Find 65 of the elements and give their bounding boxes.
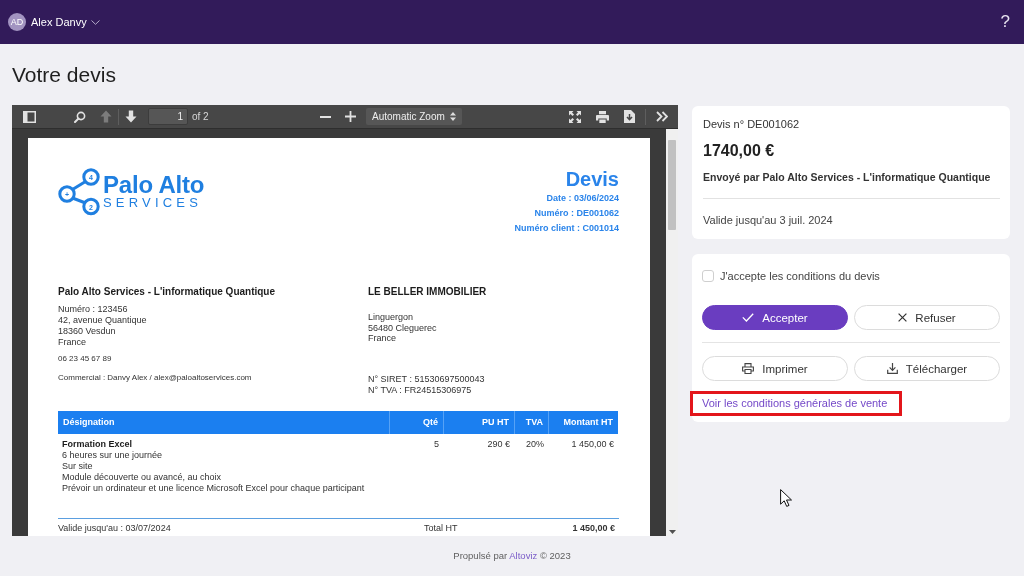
arrow-up-icon [100, 110, 112, 123]
zoom-select[interactable]: Automatic Zoom [366, 108, 462, 125]
column-header: PU HT [443, 410, 514, 434]
recipient-address: Linguergon 56480 Cleguerec France [368, 312, 437, 344]
table-cell-text: 5 [433, 437, 440, 451]
footer-credit: Propulsé par Altoviz © 2023 [453, 549, 571, 563]
table-cell-text: 20% [525, 437, 545, 451]
minus-icon [319, 115, 331, 118]
column-header: TVA [514, 410, 548, 434]
document-meta: Numéro client : C001014 [514, 222, 619, 235]
document-download-icon [623, 110, 635, 123]
arrow-down-icon [125, 110, 137, 123]
checkbox[interactable] [702, 270, 714, 282]
column-header: Montant HT [548, 410, 618, 434]
scroll-thumb[interactable] [668, 140, 676, 230]
printer-icon [742, 363, 755, 374]
accept-button[interactable]: Accepter [702, 305, 848, 330]
sender-phone: 06 23 45 67 89 [58, 354, 112, 364]
user-avatar: AD [8, 13, 26, 31]
double-chevron-icon [656, 111, 668, 122]
printer-icon [595, 110, 609, 123]
sidebar-icon [22, 110, 36, 123]
quote-amount: 1740,00 € [703, 141, 775, 161]
total-label: Total HT [424, 522, 458, 534]
page-count: of 2 [192, 111, 210, 122]
cross-icon [898, 313, 908, 322]
sender-contact: Commercial : Danvy Alex / alex@paloaltoservices.com [58, 373, 252, 383]
scroll-down-arrow-icon [668, 530, 676, 534]
table-cell-text: 290 € [486, 437, 511, 451]
recipient-name: LE BELLER IMMOBILIER [368, 286, 487, 298]
plus-icon [344, 111, 356, 122]
user-menu-button[interactable]: Alex Danvy [31, 15, 100, 29]
print-button[interactable]: Imprimer [702, 356, 848, 381]
checkbox-label[interactable]: J'accepte les conditions du devis [720, 269, 880, 283]
sender-address: Numéro : 123456 42, avenue Quantique 18360 Vesdun France [58, 304, 147, 348]
up-down-caret-icon [450, 112, 456, 121]
footer-link[interactable]: Altoviz [509, 550, 538, 561]
quote-validity: Valide jusqu'au 3 juil. 2024 [703, 213, 833, 227]
quote-number: Devis n° DE001062 [703, 117, 800, 131]
table-cell-text: Formation Excel 6 heures sur une journée Sur site Module découverte ou avancé, au choix Prévoir un ordinateur et une licence Microsoft Excel pour chaque participant [61, 437, 366, 495]
download-button[interactable]: Télécharger [854, 356, 1000, 381]
check-icon [742, 313, 755, 322]
sender-name: Palo Alto Services - L'informatique Quantique [58, 286, 276, 298]
table-cell-text: 1 450,00 € [570, 437, 615, 451]
search-icon [74, 110, 86, 123]
validity-note: Valide jusqu'au : 03/07/2024 [58, 522, 171, 534]
logo-name: Palo Alto [103, 173, 205, 197]
chevron-down-icon [90, 19, 100, 25]
terms-link[interactable]: Voir les conditions générales de vente [702, 396, 888, 410]
total-value: 1 450,00 € [572, 522, 616, 534]
document-meta: Numéro : DE001062 [534, 207, 619, 220]
quote-sender: Envoyé par Palo Alto Services - L'informatique Quantique [703, 170, 991, 184]
recipient-registration: N° SIRET : 51530697500043 N° TVA : FR24515306975 [368, 373, 485, 396]
mouse-pointer-icon [780, 489, 792, 507]
refuse-button[interactable]: Refuser [854, 305, 1000, 330]
column-header: Qté [389, 410, 443, 434]
download-icon [886, 363, 898, 374]
logo-tagline: SERVICES [103, 197, 203, 208]
help-button[interactable]: ? [1000, 12, 1010, 32]
column-header: Désignation [58, 410, 389, 434]
document-meta: Date : 03/06/2024 [546, 192, 619, 205]
expand-icon [569, 110, 581, 123]
page-title: Votre devis [12, 62, 116, 88]
document-title: Devis [565, 168, 619, 191]
page-number-field[interactable]: 1 [148, 108, 188, 125]
